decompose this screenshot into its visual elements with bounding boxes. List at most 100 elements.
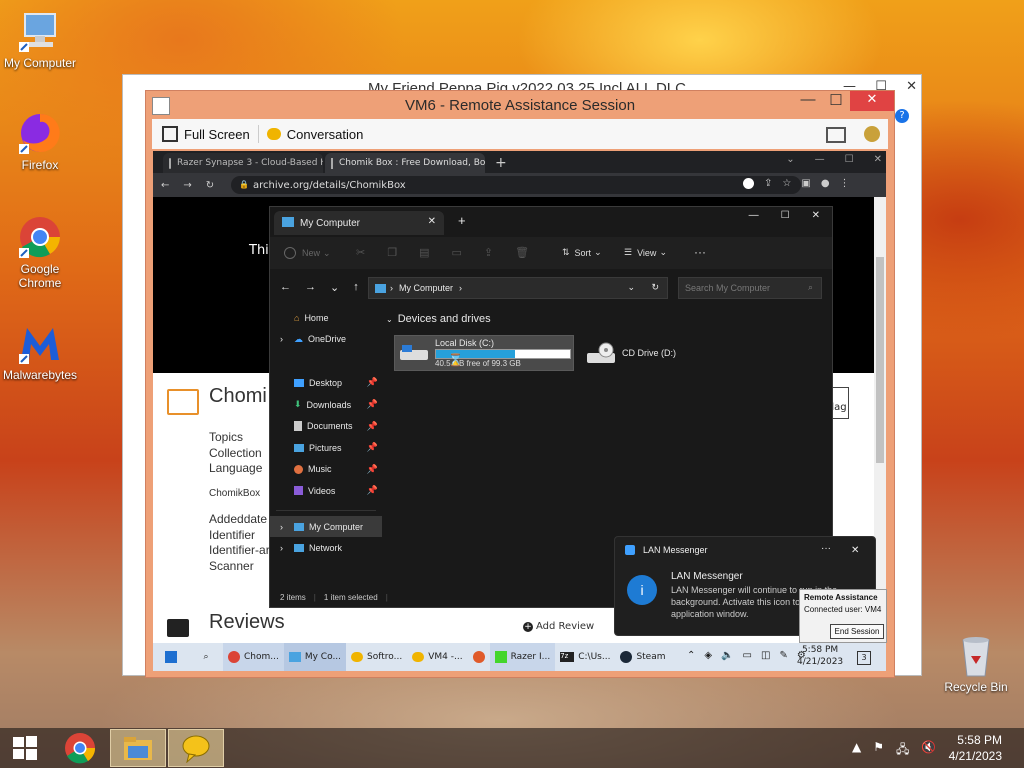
start-button[interactable]	[153, 643, 189, 671]
help-icon[interactable]: ?	[895, 109, 909, 123]
bookmark-star-icon[interactable]: ☆	[782, 178, 791, 189]
pin-icon[interactable]: 📌	[367, 399, 378, 410]
network-icon[interactable]: ◫	[761, 650, 770, 661]
tab-search-icon[interactable]: ⌄	[786, 154, 794, 165]
sidebar-item-music[interactable]: Music 📌	[270, 459, 382, 481]
pin-icon[interactable]: 📌	[367, 421, 378, 432]
sidebar-item-documents[interactable]: Documents 📌	[270, 415, 382, 437]
pin-icon[interactable]: 📌	[367, 442, 378, 453]
forward-icon[interactable]: →	[305, 281, 316, 294]
minimize-icon[interactable]: —	[815, 154, 825, 165]
remote-clock[interactable]: 5:58 PM 4/21/2023	[797, 644, 843, 668]
desktop-icon-malwarebytes[interactable]: Malwarebytes	[0, 320, 80, 382]
address-bar[interactable]: 🔒 archive.org/details/ChomikBox	[231, 176, 801, 194]
share-icon[interactable]: ⇪	[484, 246, 493, 259]
more-options-icon[interactable]: ···	[694, 245, 706, 259]
sidebar-item-desktop[interactable]: Desktop 📌	[270, 372, 382, 394]
taskbar-button-chrome[interactable]: Chom...	[223, 643, 284, 671]
rename-icon[interactable]: ▭	[452, 246, 462, 259]
reload-icon[interactable]: ↻	[206, 180, 214, 191]
new-button[interactable]: New ⌄	[284, 247, 331, 259]
new-tab-icon[interactable]: +	[487, 155, 515, 173]
search-button[interactable]: ⌕	[189, 643, 223, 671]
taskbar-button-vm4[interactable]: VM4 -...	[407, 643, 467, 671]
search-box[interactable]: Search My Computer ⌕	[678, 277, 822, 299]
pin-icon[interactable]: 📌	[367, 485, 378, 496]
add-review-button[interactable]: + Add Review	[523, 621, 594, 632]
taskbar-button-steam[interactable]: Steam	[615, 643, 670, 671]
drive-c-tile[interactable]: Local Disk (C:) 40.5 GB free of 99.3 GB	[394, 335, 574, 371]
volume-icon[interactable]: 🔈	[721, 650, 733, 661]
drive-d-tile[interactable]: CD Drive (D:)	[586, 339, 766, 367]
google-icon[interactable]	[743, 178, 754, 189]
desktop-icon-recycle-bin[interactable]: Recycle Bin	[936, 632, 1016, 694]
taskbar-chat[interactable]	[168, 729, 224, 767]
chevron-down-icon[interactable]: ⌄	[330, 281, 339, 294]
sidebar-item-pictures[interactable]: Pictures 📌	[270, 437, 382, 459]
path-bar[interactable]: › My Computer › ⌄ ↻	[368, 277, 668, 299]
delete-icon[interactable]: 🗑	[515, 246, 529, 259]
start-button[interactable]	[0, 729, 50, 767]
share-icon[interactable]: ⇪	[764, 178, 772, 189]
sidebar-item-home[interactable]: ⌂ Home	[270, 307, 382, 329]
network-icon[interactable]: 🖧	[896, 740, 909, 761]
display-settings-icon[interactable]	[826, 127, 846, 143]
sidebar-icon[interactable]: ▣	[801, 178, 810, 189]
explorer-tab[interactable]: My Computer ✕	[274, 211, 444, 235]
taskbar-button-explorer[interactable]: My Co...	[283, 643, 347, 671]
maximize-icon[interactable]: ☐	[822, 91, 850, 111]
pen-icon[interactable]: ✎	[779, 650, 787, 661]
taskbar-file-explorer[interactable]	[110, 729, 166, 767]
menu-icon[interactable]: ⋮	[840, 178, 850, 189]
cut-icon[interactable]: ✂	[356, 246, 365, 259]
pin-icon[interactable]: 📌	[367, 464, 378, 475]
desktop-icon-chrome[interactable]: Google Chrome	[0, 214, 80, 290]
close-icon[interactable]: ✕	[851, 545, 859, 556]
new-tab-icon[interactable]: +	[458, 213, 466, 228]
up-icon[interactable]: ↑	[353, 281, 359, 294]
maximize-icon[interactable]: ☐	[845, 154, 854, 165]
browser-tab[interactable]: Razer Synapse 3 - Cloud-Based H	[163, 153, 323, 173]
back-icon[interactable]: ←	[161, 180, 169, 191]
chevron-down-icon[interactable]: ⌄	[627, 282, 635, 293]
desktop-icon-my-computer[interactable]: My Computer	[0, 8, 80, 70]
copy-icon[interactable]: ❐	[387, 246, 397, 259]
sidebar-item-onedrive[interactable]: › ☁ OneDrive	[270, 329, 382, 351]
view-button[interactable]: ☰ View ⌄	[624, 247, 667, 258]
desktop-icon-firefox[interactable]: Firefox	[0, 110, 80, 172]
sidebar-item-downloads[interactable]: ⬇ Downloads 📌	[270, 394, 382, 416]
close-icon[interactable]: ✕	[850, 91, 894, 111]
taskbar-button-browser[interactable]	[468, 643, 490, 671]
chevron-up-icon[interactable]: ⌃	[687, 650, 695, 661]
close-icon[interactable]: ✕	[812, 210, 820, 221]
pin-icon[interactable]: 📌	[367, 377, 378, 388]
profile-icon[interactable]: ●	[821, 178, 830, 189]
end-session-button[interactable]: End Session	[830, 624, 884, 639]
more-options-icon[interactable]: ···	[821, 543, 831, 554]
taskbar-button-7zip[interactable]: 7z C:\Us...	[555, 643, 615, 671]
back-icon[interactable]: ←	[280, 281, 291, 294]
refresh-icon[interactable]: ↻	[651, 282, 659, 293]
forward-icon[interactable]: →	[183, 180, 191, 191]
browser-tab-active[interactable]: Chomik Box : Free Download, Bo	[325, 153, 485, 173]
minimize-icon[interactable]: —	[794, 91, 822, 111]
taskbar-chrome[interactable]	[52, 729, 108, 767]
notification-center-icon[interactable]: 3	[857, 651, 871, 665]
conversation-button[interactable]: Conversation	[266, 127, 363, 142]
chevron-up-icon[interactable]: ▲	[852, 740, 861, 761]
taskbar-clock[interactable]: 5:58 PM 4/21/2023	[949, 732, 1002, 764]
close-icon[interactable]: ✕	[874, 154, 882, 165]
display-icon[interactable]: ▭	[743, 650, 752, 661]
volume-muted-icon[interactable]: 🔇	[921, 740, 936, 761]
close-tab-icon[interactable]: ✕	[428, 216, 436, 227]
fullscreen-button[interactable]: Full Screen	[162, 126, 250, 142]
taskbar-button-razer[interactable]: Razer I...	[489, 643, 556, 671]
sidebar-item-videos[interactable]: Videos 📌	[270, 480, 382, 502]
paste-icon[interactable]: ▤	[419, 246, 429, 259]
sort-button[interactable]: ⇅ Sort ⌄	[562, 247, 602, 258]
taskbar-button-softros[interactable]: Softro...	[346, 643, 407, 671]
maximize-icon[interactable]: ☐	[781, 210, 790, 221]
close-icon[interactable]: ✕	[906, 79, 917, 97]
tray-app-icon[interactable]: ◈	[704, 650, 712, 661]
sidebar-item-network[interactable]: › Network	[270, 537, 382, 559]
